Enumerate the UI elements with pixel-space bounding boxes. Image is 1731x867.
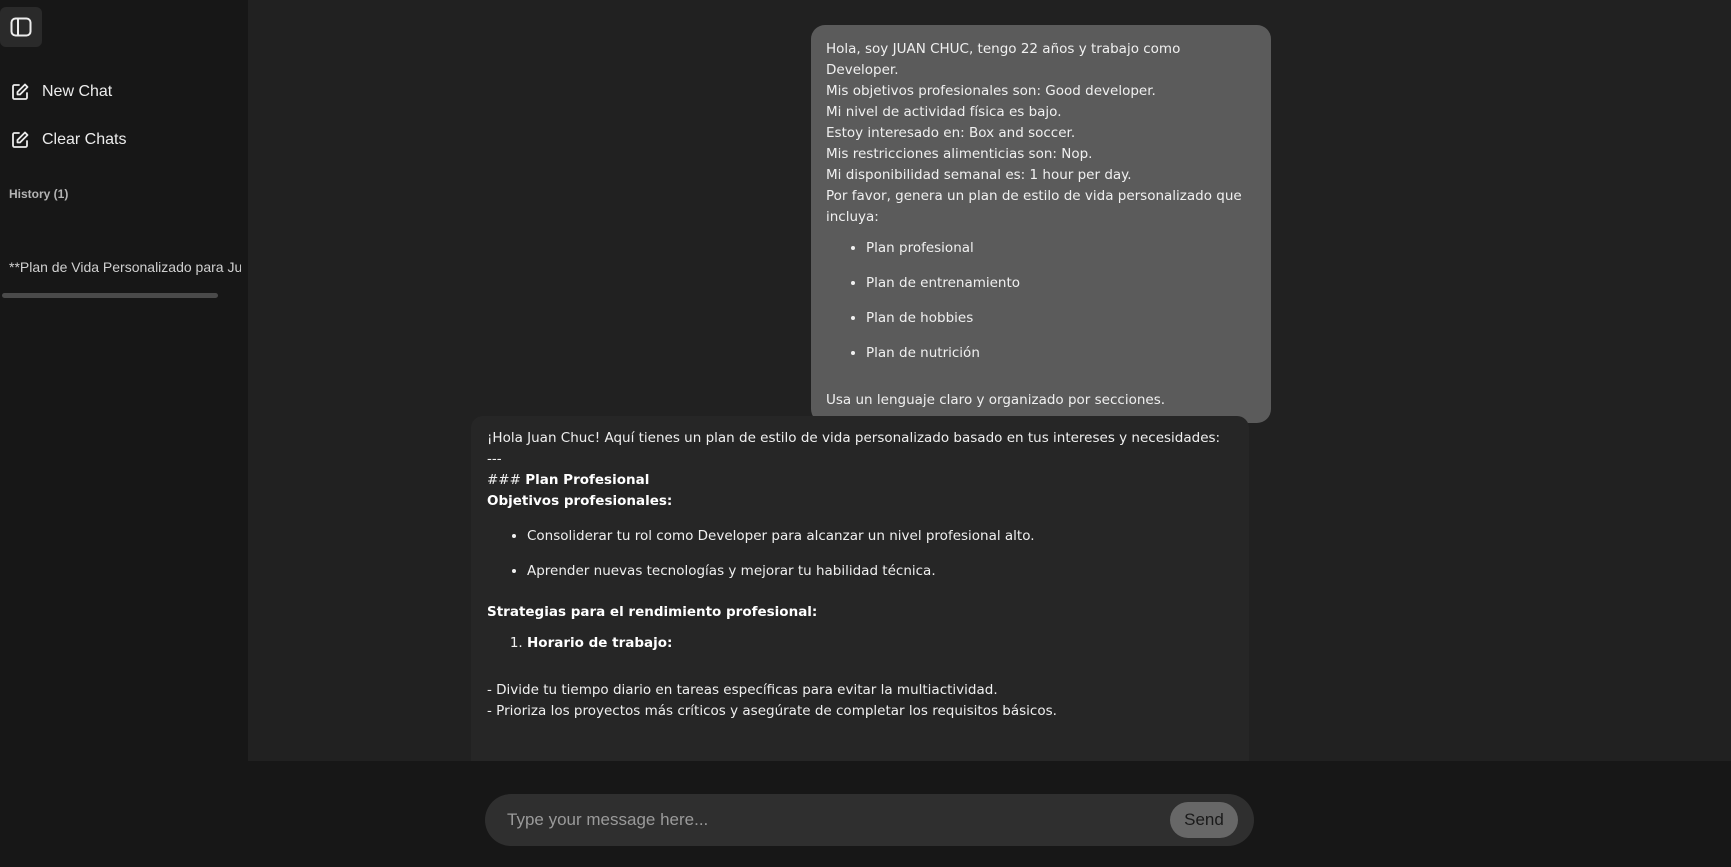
list-item: Plan de nutrición: [866, 343, 1256, 364]
list-item: Aprender nuevas tecnologías y mejorar tu…: [527, 561, 1233, 582]
message-input[interactable]: [507, 794, 1147, 846]
message-line: Mis objetivos profesionales son: Good de…: [826, 83, 1156, 99]
list-item-text: Horario de trabajo:: [527, 635, 673, 651]
separator-text: ---: [487, 451, 502, 467]
send-button[interactable]: Send: [1170, 802, 1238, 838]
sidebar-toggle-icon: [10, 17, 32, 37]
message-line: Hola, soy JUAN CHUC, tengo 22 años y tra…: [826, 41, 1181, 78]
heading-text: Plan Profesional: [525, 472, 650, 488]
edit-icon: [12, 83, 29, 100]
history-title: History (1): [9, 187, 69, 201]
clear-chats-label: Clear Chats: [42, 131, 127, 148]
clear-chats-button[interactable]: Clear Chats: [10, 130, 126, 150]
strategies-label: Strategias para el rendimiento profesion…: [487, 602, 1233, 623]
list-item: Horario de trabajo:: [527, 633, 1233, 654]
sidebar: New Chat Clear Chats History (1) **Plan …: [0, 0, 248, 867]
assistant-message: ¡Hola Juan Chuc! Aquí tienes un plan de …: [471, 416, 1249, 761]
message-line: Mi nivel de actividad física es bajo.: [826, 104, 1062, 120]
message-line: ¡Hola Juan Chuc! Aquí tienes un plan de …: [487, 430, 1221, 446]
message-line: Estoy interesado en: Box and soccer.: [826, 125, 1076, 141]
new-chat-label: New Chat: [42, 83, 113, 100]
chat-area: Hola, soy JUAN CHUC, tengo 22 años y tra…: [248, 0, 1731, 761]
message-line: - Prioriza los proyectos más críticos y …: [487, 703, 1057, 719]
composer: Send: [485, 794, 1254, 846]
history-item[interactable]: **Plan de Vida Personalizado para Juan C…: [9, 259, 241, 275]
list-item: Consoliderar tu rol como Developer para …: [527, 526, 1233, 547]
composer-area: Send: [248, 761, 1731, 867]
heading-prefix: ###: [487, 472, 526, 488]
plan-list: Plan profesional Plan de entrenamiento P…: [866, 238, 1256, 364]
section-heading: ### Plan Profesional: [487, 470, 1233, 491]
app: New Chat Clear Chats History (1) **Plan …: [0, 0, 1731, 867]
message-line: Por favor, genera un plan de estilo de v…: [826, 188, 1242, 225]
strategies-label-text: Strategias para el rendimiento profesion…: [487, 604, 818, 620]
message-line: Mis restricciones alimenticias son: Nop.: [826, 146, 1093, 162]
edit-icon: [12, 131, 29, 148]
message-line: Usa un lenguaje claro y organizado por s…: [826, 392, 1166, 408]
strategies-list: Horario de trabajo:: [527, 633, 1233, 654]
list-item: Plan profesional: [866, 238, 1256, 259]
message-line: - Divide tu tiempo diario en tareas espe…: [487, 682, 998, 698]
user-message: Hola, soy JUAN CHUC, tengo 22 años y tra…: [811, 25, 1271, 423]
new-chat-button[interactable]: New Chat: [10, 82, 112, 102]
list-item: Plan de entrenamiento: [866, 273, 1256, 294]
objectives-list: Consoliderar tu rol como Developer para …: [527, 526, 1233, 582]
list-item: Plan de hobbies: [866, 308, 1256, 329]
sidebar-toggle-button[interactable]: [0, 7, 42, 47]
objectives-label: Objetivos profesionales:: [487, 491, 1233, 512]
history-scrollbar[interactable]: [2, 293, 218, 298]
objectives-label-text: Objetivos profesionales:: [487, 493, 673, 509]
message-line: Mi disponibilidad semanal es: 1 hour per…: [826, 167, 1132, 183]
